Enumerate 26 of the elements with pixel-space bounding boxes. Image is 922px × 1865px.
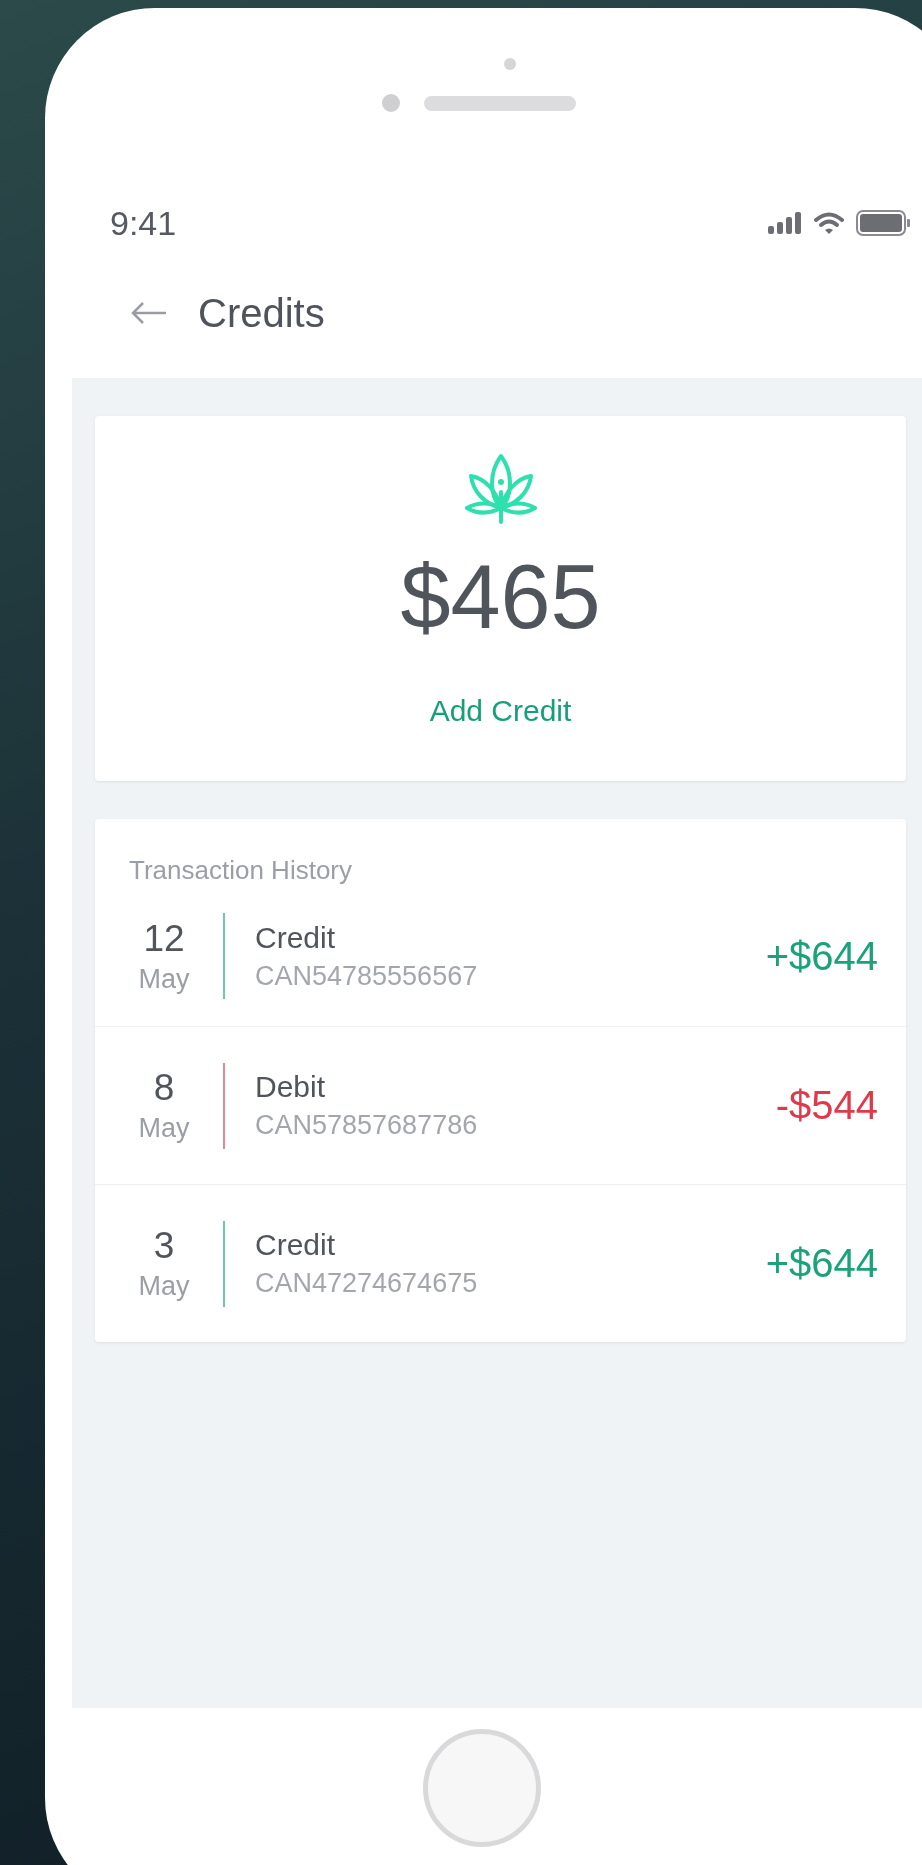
add-credit-link[interactable]: Add Credit — [429, 694, 572, 728]
transaction-amount: -$544 — [775, 1083, 878, 1128]
wifi-icon — [814, 212, 844, 234]
transaction-month: May — [138, 1113, 190, 1144]
back-arrow-icon[interactable] — [130, 301, 168, 325]
transaction-reference: CAN54785556567 — [255, 960, 479, 992]
status-time: 9:41 — [110, 203, 177, 243]
transaction-reference: CAN57857687786 — [255, 1110, 479, 1141]
transaction-type: Credit — [255, 1228, 337, 1262]
transaction-month: May — [138, 1271, 190, 1302]
section-title: Transaction History — [128, 854, 353, 886]
signal-icon — [768, 212, 802, 234]
transaction-day: 3 — [153, 1225, 175, 1267]
camera-dot — [382, 94, 400, 112]
transaction-month: May — [138, 963, 190, 995]
transaction-day: 12 — [143, 917, 185, 960]
transaction-type: Debit — [255, 1070, 327, 1104]
screen-title: Credits — [198, 290, 325, 336]
transaction-amount: +$644 — [765, 933, 878, 979]
transaction-type: Credit — [255, 920, 337, 955]
transaction-day: 8 — [153, 1067, 175, 1109]
sensor-dot — [504, 58, 516, 70]
balance-amount: $465 — [400, 552, 601, 642]
transaction-reference: CAN47274674675 — [255, 1268, 479, 1299]
battery-icon — [856, 210, 912, 236]
transaction-amount: +$644 — [765, 1241, 878, 1286]
